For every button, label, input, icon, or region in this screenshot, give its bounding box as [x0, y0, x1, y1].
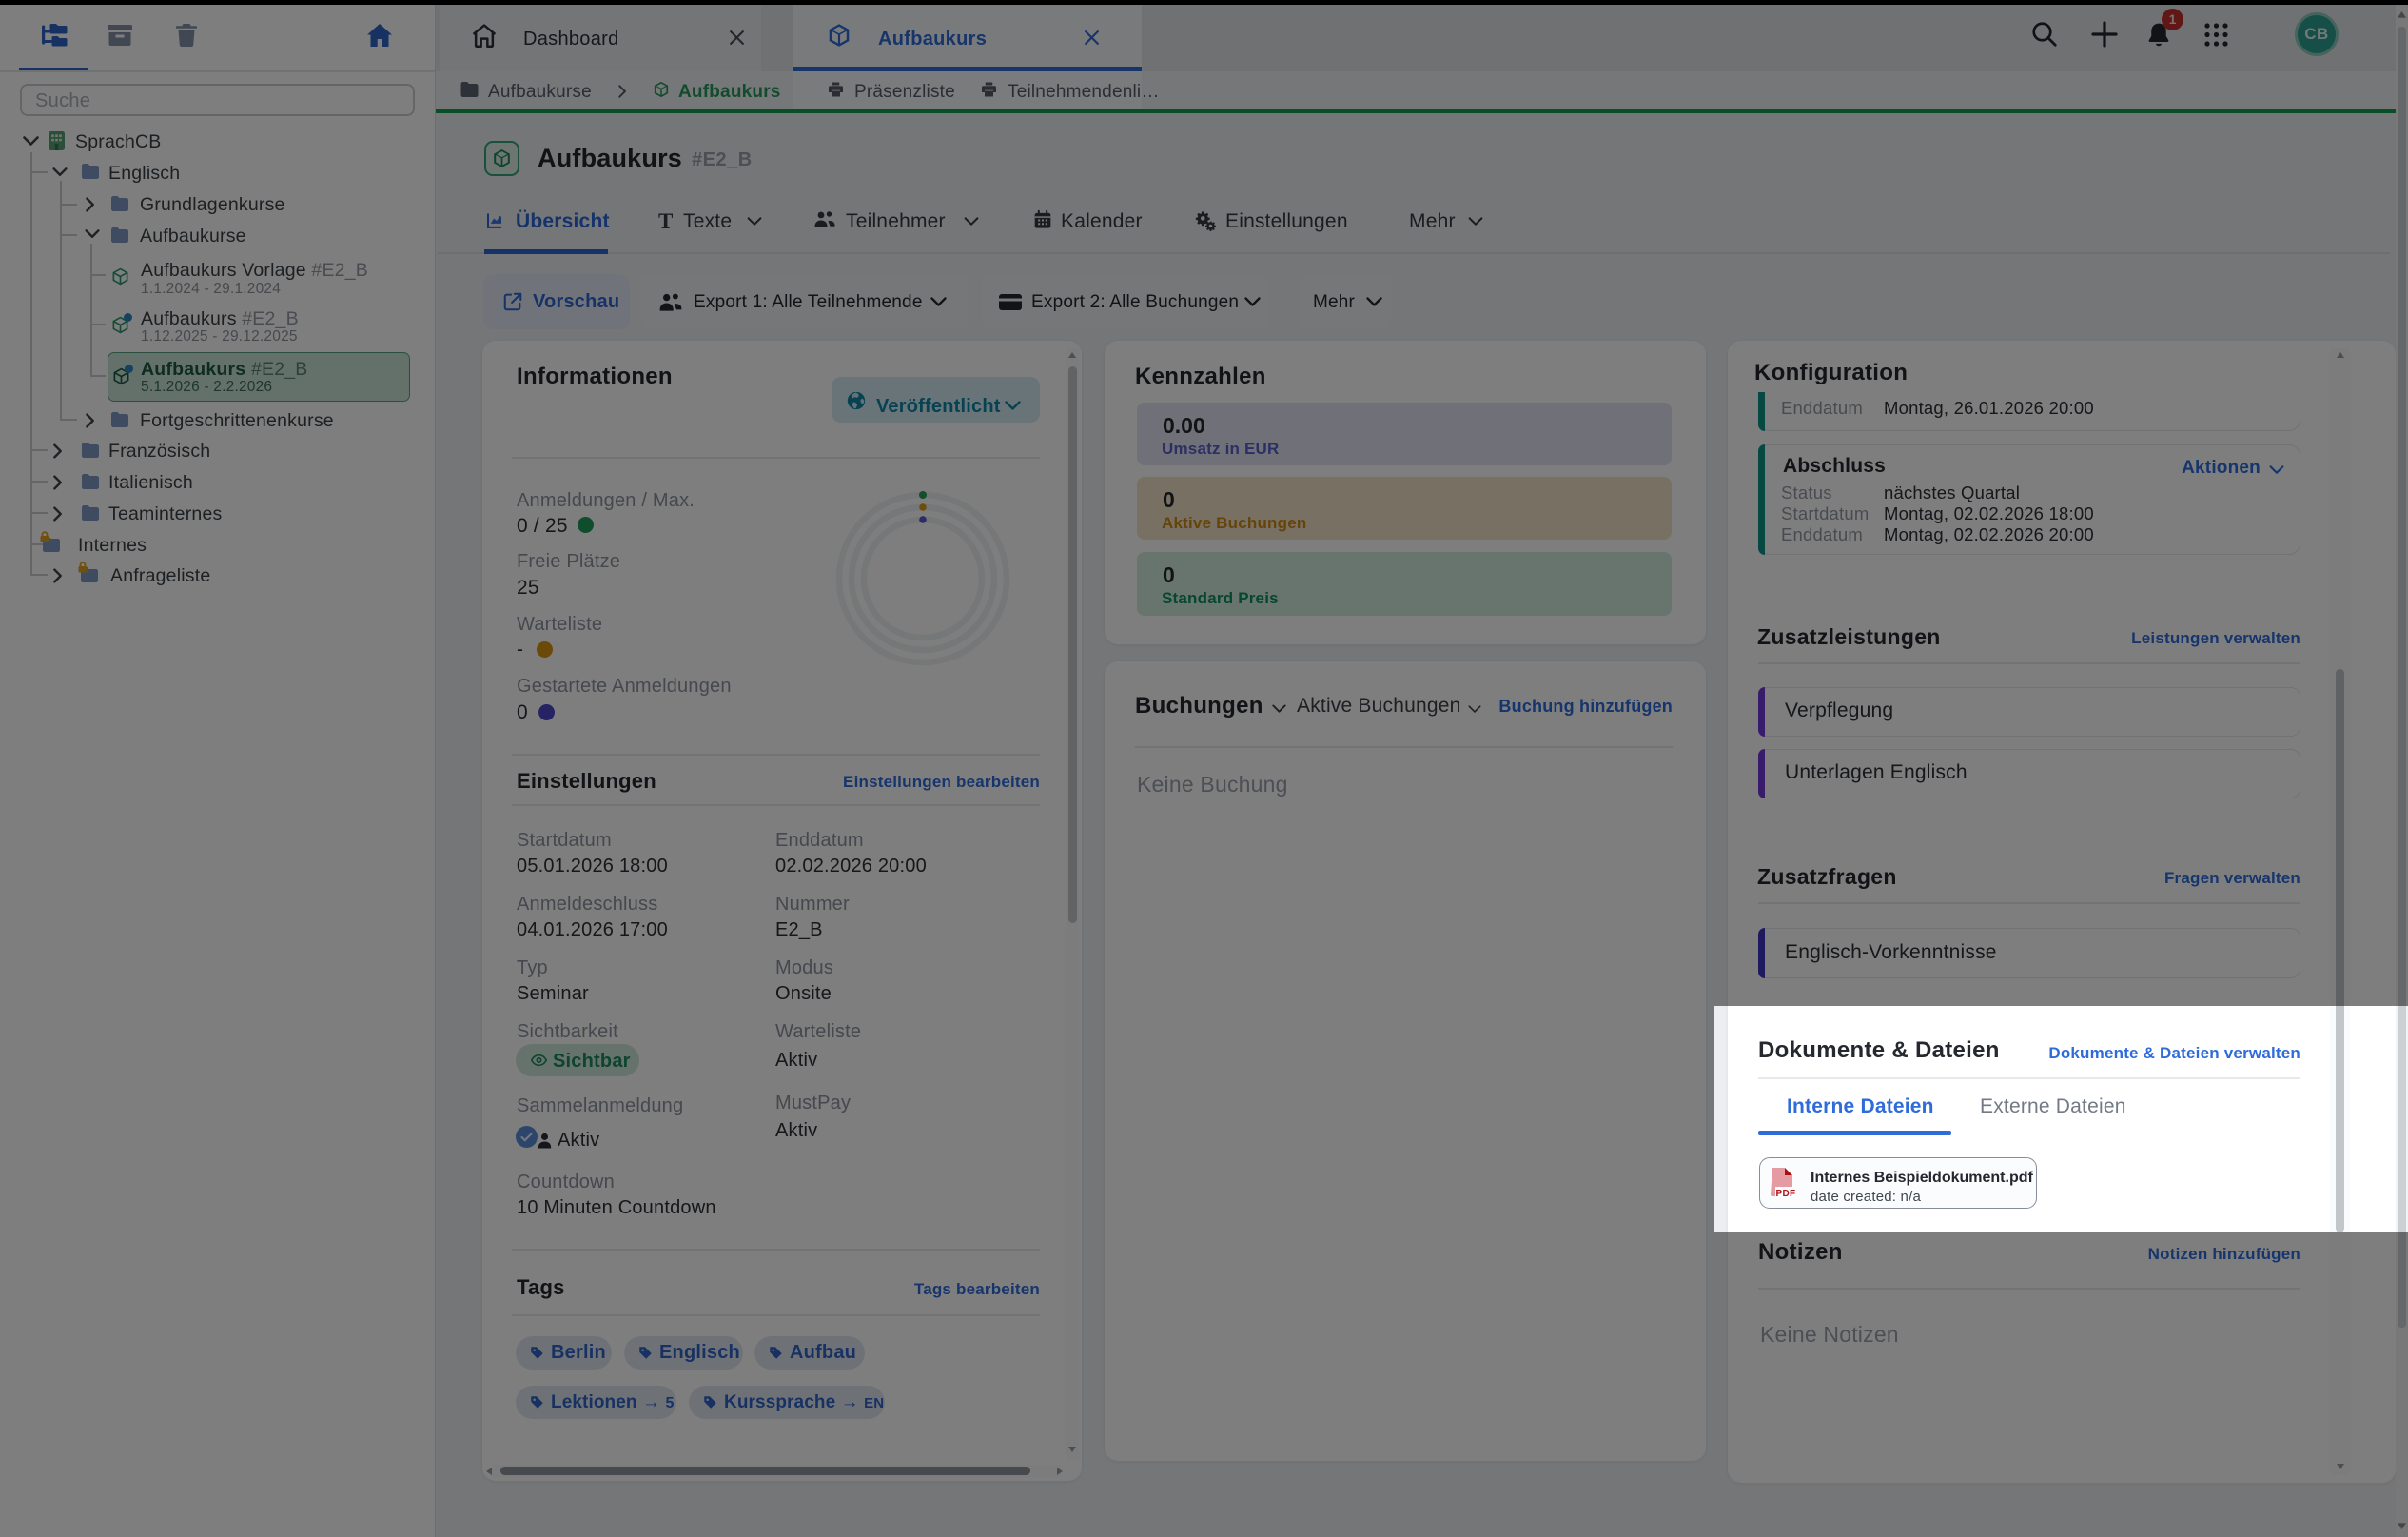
svg-text:PDF: PDF [1776, 1189, 1796, 1198]
